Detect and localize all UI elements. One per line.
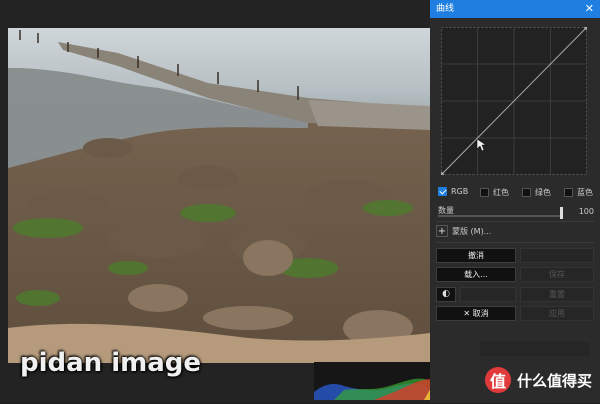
channel-rgb[interactable]: RGB: [438, 187, 468, 196]
channel-green[interactable]: 绿色: [522, 187, 551, 198]
channel-red[interactable]: 红色: [480, 187, 509, 198]
amount-row: 数量 100: [438, 205, 594, 219]
channel-label: 绿色: [535, 188, 551, 197]
amount-value[interactable]: 100: [579, 207, 594, 216]
checkbox-icon[interactable]: [522, 188, 531, 197]
checkbox-icon[interactable]: [480, 188, 489, 197]
mask-label: 蒙版 (M)...: [452, 226, 492, 236]
channel-label: 蓝色: [577, 188, 593, 197]
channel-label: RGB: [451, 187, 469, 196]
channel-label: 红色: [493, 188, 509, 197]
curves-panel: 曲线 ✕ RGB 红色 绿色 蓝色 数量 100 + 蒙版 (M)... 撤消 …: [430, 0, 600, 403]
preview-button: [460, 287, 516, 302]
reset-button: 重置: [520, 287, 594, 302]
disabled-options-row: [480, 342, 590, 356]
beach-photo: [8, 28, 430, 363]
cancel-button[interactable]: ✕ 取消: [436, 306, 516, 321]
panel-titlebar[interactable]: 曲线 ✕: [430, 0, 600, 18]
plus-icon[interactable]: +: [436, 225, 448, 237]
mask-row[interactable]: + 蒙版 (M)...: [436, 224, 491, 238]
site-logo: 值 什么值得买: [485, 367, 592, 393]
channel-blue[interactable]: 蓝色: [564, 187, 593, 198]
load-button[interactable]: 载入...: [436, 267, 516, 282]
watermark-text: pidan image: [20, 348, 202, 378]
curve-graph[interactable]: [438, 24, 590, 178]
logo-text: 什么值得买: [517, 371, 593, 390]
amount-slider-handle[interactable]: [560, 207, 563, 219]
redo-button: [520, 248, 594, 263]
compare-icon[interactable]: ◐: [436, 287, 456, 302]
panel-title: 曲线: [436, 4, 455, 14]
cancel-label: 取消: [472, 309, 489, 318]
checkbox-icon[interactable]: [564, 188, 573, 197]
canvas-area: pidan image: [0, 0, 430, 403]
undo-button[interactable]: 撤消: [436, 248, 516, 263]
logo-badge: 值: [485, 367, 511, 393]
photo-canvas[interactable]: [8, 28, 430, 363]
checkbox-checked-icon[interactable]: [438, 187, 447, 196]
close-icon[interactable]: ✕: [585, 0, 594, 18]
save-button: 保存: [520, 267, 594, 282]
amount-slider-track[interactable]: [438, 215, 560, 217]
divider: [436, 242, 594, 243]
divider: [436, 221, 594, 222]
apply-button: 应用: [520, 306, 594, 321]
channel-selector: RGB 红色 绿色 蓝色: [438, 187, 598, 201]
close-icon: ✕: [463, 309, 473, 318]
